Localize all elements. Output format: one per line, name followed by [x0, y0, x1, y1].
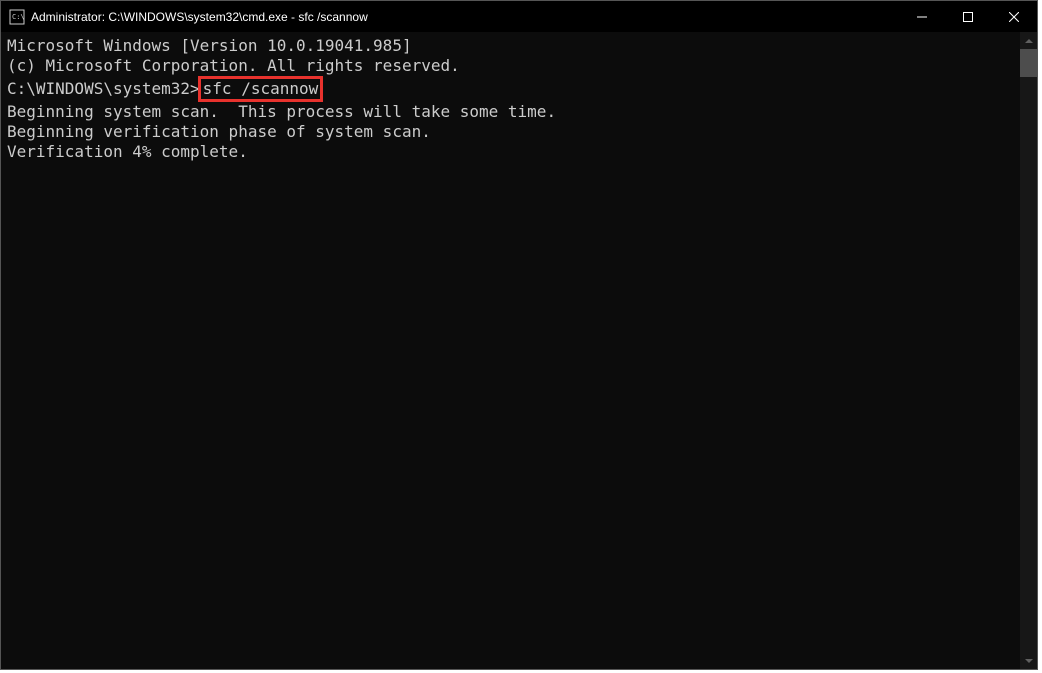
cmd-icon: C:\ — [9, 9, 25, 25]
terminal-output[interactable]: Microsoft Windows [Version 10.0.19041.98… — [1, 32, 1020, 669]
output-line: Beginning system scan. This process will… — [7, 102, 1014, 122]
scroll-track[interactable] — [1020, 49, 1037, 652]
command-text: sfc /scannow — [203, 79, 319, 98]
window-title: Administrator: C:\WINDOWS\system32\cmd.e… — [31, 10, 899, 24]
prompt-path: C:\WINDOWS\system32> — [7, 79, 200, 98]
vertical-scrollbar[interactable] — [1020, 32, 1037, 669]
output-line: (c) Microsoft Corporation. All rights re… — [7, 56, 1014, 76]
scroll-thumb[interactable] — [1020, 49, 1037, 77]
cmd-window: C:\ Administrator: C:\WINDOWS\system32\c… — [0, 0, 1038, 670]
scroll-up-arrow[interactable] — [1020, 32, 1037, 49]
close-button[interactable] — [991, 1, 1037, 32]
output-line: Microsoft Windows [Version 10.0.19041.98… — [7, 36, 1014, 56]
titlebar[interactable]: C:\ Administrator: C:\WINDOWS\system32\c… — [1, 1, 1037, 32]
prompt-line: C:\WINDOWS\system32>sfc /scannow — [7, 76, 1014, 102]
scroll-down-arrow[interactable] — [1020, 652, 1037, 669]
output-line: Verification 4% complete. — [7, 142, 1014, 162]
maximize-button[interactable] — [945, 1, 991, 32]
svg-text:C:\: C:\ — [12, 13, 25, 21]
window-controls — [899, 1, 1037, 32]
output-line: Beginning verification phase of system s… — [7, 122, 1014, 142]
minimize-button[interactable] — [899, 1, 945, 32]
command-highlight: sfc /scannow — [198, 76, 324, 102]
content-area: Microsoft Windows [Version 10.0.19041.98… — [1, 32, 1037, 669]
